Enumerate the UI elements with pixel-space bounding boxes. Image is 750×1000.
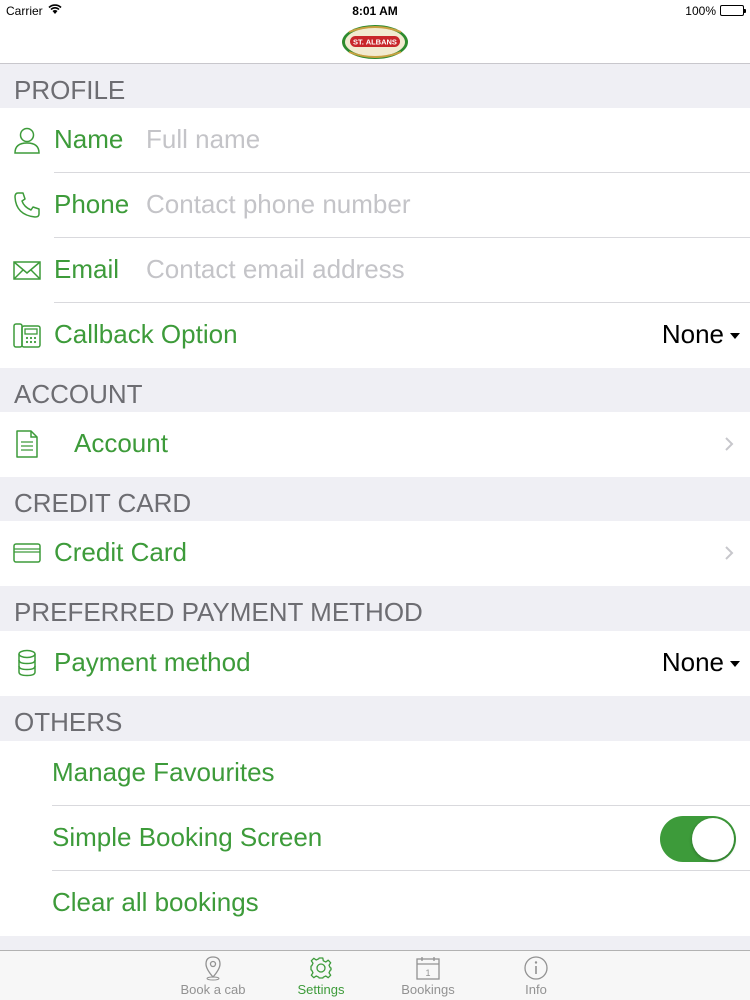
battery-icon [720, 5, 746, 16]
section-header-payment: PREFERRED PAYMENT METHOD [0, 586, 750, 630]
callback-option-value: None [661, 319, 724, 349]
credit-card-row[interactable]: Credit Card [0, 521, 750, 586]
section-header-account: ACCOUNT [0, 368, 750, 412]
tab-label: Bookings [401, 982, 455, 997]
account-row[interactable]: Account [0, 412, 750, 477]
tab-settings[interactable]: Settings [276, 951, 366, 1000]
tab-label: Book a cab [180, 982, 246, 997]
credit-card-label: Credit Card [54, 537, 187, 567]
callback-option-row[interactable]: Callback Option None [0, 303, 750, 368]
section-title-others: OTHERS [14, 707, 123, 737]
app-logo: ST. ALBANS [341, 24, 409, 60]
email-row[interactable]: Email Contact email address [0, 238, 750, 303]
payment-method-row[interactable]: Payment method None [0, 631, 750, 696]
section-title-payment: PREFERRED PAYMENT METHOD [14, 597, 423, 627]
tab-info[interactable]: Info [491, 951, 581, 1000]
simple-booking-toggle[interactable] [660, 816, 736, 862]
callback-option-select[interactable]: None [662, 319, 740, 350]
payment-method-value: None [661, 647, 724, 677]
document-icon [12, 429, 42, 459]
section-title-account: ACCOUNT [14, 379, 143, 409]
tab-label: Settings [297, 982, 345, 997]
name-label: Name [54, 124, 124, 154]
section-header-profile: PROFILE [0, 64, 750, 108]
callback-option-label: Callback Option [54, 319, 238, 349]
chevron-right-icon [724, 543, 734, 563]
manage-favourites-row[interactable]: Manage Favourites [0, 741, 750, 806]
info-icon [524, 955, 548, 981]
email-field[interactable]: Contact email address [146, 254, 726, 285]
tab-bar: Book a cab Settings 1 Bookings Info [0, 950, 750, 1000]
caret-down-icon [730, 661, 740, 668]
simple-booking-label: Simple Booking Screen [52, 822, 323, 852]
coins-icon [12, 648, 42, 678]
chevron-right-icon [724, 434, 734, 454]
payment-method-select[interactable]: None [662, 647, 740, 678]
nav-bar: ST. ALBANS [0, 22, 750, 64]
email-label: Email [54, 254, 120, 284]
clock: 8:01 AM [352, 4, 398, 18]
svg-text:1: 1 [425, 968, 430, 978]
manage-favourites-label: Manage Favourites [52, 757, 275, 787]
phone-label: Phone [54, 189, 130, 219]
credit-card-icon [12, 538, 42, 568]
section-header-others: OTHERS [0, 696, 750, 740]
payment-method-label: Payment method [54, 647, 251, 677]
phone-icon [12, 190, 42, 220]
envelope-icon [12, 255, 42, 285]
caret-down-icon [730, 333, 740, 340]
tab-label: Info [525, 982, 547, 997]
section-title-credit-card: CREDIT CARD [14, 488, 192, 518]
toggle-knob [692, 818, 734, 860]
calendar-icon: 1 [416, 955, 440, 981]
desk-phone-icon [12, 320, 42, 350]
map-pin-icon [201, 955, 225, 981]
clear-bookings-label: Clear all bookings [52, 887, 259, 917]
battery-percent: 100% [685, 4, 716, 18]
gear-icon [309, 955, 333, 981]
phone-row[interactable]: Phone Contact phone number [0, 173, 750, 238]
section-title-profile: PROFILE [14, 75, 126, 105]
tab-bookings[interactable]: 1 Bookings [383, 951, 473, 1000]
tab-book-a-cab[interactable]: Book a cab [168, 951, 258, 1000]
simple-booking-row[interactable]: Simple Booking Screen [0, 806, 750, 871]
phone-field[interactable]: Contact phone number [146, 189, 726, 220]
account-label: Account [74, 428, 168, 458]
name-row[interactable]: Name Full name [0, 108, 750, 173]
name-field[interactable]: Full name [146, 124, 726, 155]
section-header-credit-card: CREDIT CARD [0, 477, 750, 521]
person-icon [12, 125, 42, 155]
clear-bookings-row[interactable]: Clear all bookings [0, 871, 750, 936]
status-bar: Carrier 8:01 AM 100% [0, 0, 750, 22]
svg-text:ST. ALBANS: ST. ALBANS [353, 38, 397, 47]
